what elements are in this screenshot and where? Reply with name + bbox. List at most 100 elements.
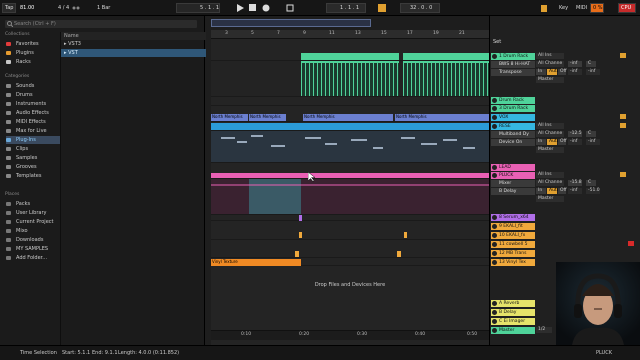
fold-icon[interactable] (492, 54, 497, 59)
fold-icon[interactable] (492, 165, 497, 170)
fold-icon[interactable] (492, 173, 497, 178)
monitor-off-button[interactable]: Off (558, 69, 567, 75)
audio-clip[interactable]: North Memphis (249, 114, 286, 121)
track-header-cowbell[interactable]: 11 cowbell 5 (491, 241, 535, 248)
audio-clip[interactable]: North Memphis (395, 114, 489, 121)
category-midi-effects[interactable]: MIDI Effects (6, 118, 60, 126)
overview-viewport[interactable] (211, 19, 371, 27)
category-audio-effects[interactable]: Audio Effects (6, 109, 60, 117)
place-my-samples[interactable]: MY SAMPLES (6, 245, 60, 253)
add-folder-link[interactable]: Add Folder... (6, 254, 60, 262)
track-lane[interactable] (211, 131, 489, 163)
return-track-reverb[interactable]: A Reverb (491, 300, 535, 307)
audio-clip[interactable]: North Memphis (303, 114, 393, 121)
volume-readout[interactable]: -12.5 (568, 131, 582, 137)
monitor-in-button[interactable]: In (536, 69, 546, 75)
category-grooves[interactable]: Grooves (6, 163, 60, 171)
midi-clip[interactable] (299, 215, 302, 221)
pan-readout[interactable]: C (586, 180, 596, 186)
category-sounds[interactable]: Sounds (6, 82, 60, 90)
category-instruments[interactable]: Instruments (6, 100, 60, 108)
parameter-chooser[interactable]: B Delay (491, 188, 535, 195)
master-output-select[interactable]: 1/2 (536, 327, 552, 333)
audio-clip[interactable] (397, 251, 401, 257)
key-map-icon[interactable] (540, 3, 548, 13)
audio-clip[interactable]: Vinyl Texture (211, 259, 301, 266)
fold-icon[interactable] (492, 260, 497, 265)
fold-icon[interactable] (492, 224, 497, 229)
place-user-library[interactable]: User Library (6, 209, 60, 217)
quantize-menu[interactable]: 1 Bar (97, 4, 110, 12)
pan-readout[interactable]: C (586, 61, 596, 67)
drum-clip[interactable] (403, 61, 489, 96)
audio-clip[interactable] (299, 232, 302, 238)
record-icon[interactable] (262, 4, 270, 12)
category-samples[interactable]: Samples (6, 154, 60, 162)
return-track-delay[interactable]: B Delay (491, 309, 535, 316)
track-header-drum-rack[interactable]: 1 Drum Rack (491, 53, 535, 60)
automation-arm-icon[interactable] (286, 4, 294, 12)
key-map-button[interactable]: Key (559, 4, 568, 12)
audio-clip[interactable] (295, 251, 299, 257)
midi-map-button[interactable]: MIDI (576, 4, 587, 12)
track-activator-button[interactable] (620, 123, 626, 128)
monitor-in-button[interactable]: In (536, 188, 546, 194)
track-lane[interactable] (211, 250, 489, 258)
pan-readout[interactable]: C (586, 131, 596, 137)
monitor-in-button[interactable]: In (536, 139, 546, 145)
arm-button[interactable] (628, 241, 634, 246)
time-signature[interactable]: 4 / 4 (58, 4, 69, 12)
fold-icon[interactable] (492, 215, 497, 220)
search-input[interactable]: Search (Ctrl + F) (5, 20, 197, 28)
track-lane[interactable]: Vinyl Texture (211, 258, 489, 266)
arrangement-view[interactable]: 3 5 7 9 11 13 15 17 19 21 North Memphis … (211, 16, 489, 345)
track-activator-button[interactable] (620, 53, 626, 58)
audio-clip[interactable] (404, 232, 407, 238)
collection-plugins[interactable]: Plugins (6, 49, 60, 57)
track-header-drum-rack-2[interactable]: Drum Rack (491, 97, 535, 104)
arrangement-position[interactable]: 5 . 1 . 1 (200, 4, 219, 12)
track-header-drum-rack-3[interactable]: 3 Drum Rack (491, 105, 535, 112)
fold-icon[interactable] (492, 124, 497, 129)
track-lane[interactable] (211, 172, 489, 179)
metronome-icon[interactable] (72, 4, 80, 12)
place-mixo[interactable]: Mixo (6, 227, 60, 235)
drop-zone[interactable]: Drop Files and Devices Here (211, 270, 489, 300)
track-lane[interactable] (211, 215, 489, 221)
volume-readout[interactable]: -inf (568, 61, 582, 67)
arrangement-overview[interactable] (211, 16, 489, 30)
play-icon[interactable] (236, 4, 244, 12)
loop-icon[interactable] (378, 4, 386, 12)
time-ruler[interactable]: 0:10 0:20 0:30 0:40 0:50 (211, 330, 489, 340)
device-chooser[interactable]: Mixer (491, 180, 535, 187)
loop-length[interactable]: 32 . 0 . 0 (410, 4, 432, 12)
fold-icon[interactable] (492, 233, 497, 238)
fold-icon[interactable] (492, 310, 497, 315)
audio-clip[interactable]: North Memphis (211, 114, 248, 121)
track-lane[interactable] (211, 179, 489, 215)
track-lane[interactable] (211, 61, 489, 97)
midi-clip[interactable] (211, 173, 489, 178)
category-plugins[interactable]: Plug-Ins (6, 136, 60, 144)
place-downloads[interactable]: Downloads (6, 236, 60, 244)
input-channel-select[interactable]: All Channe (536, 131, 564, 137)
track-header-mb-trans[interactable]: 12 MB Trans (491, 250, 535, 257)
track-header-pluck[interactable]: PLUCK (491, 172, 535, 179)
track-lane[interactable] (211, 97, 489, 106)
monitor-auto-button[interactable]: Auto (547, 139, 559, 145)
midi-clip[interactable] (403, 53, 489, 60)
device-chooser[interactable]: Multiband Dy (491, 131, 535, 138)
track-activator-button[interactable] (620, 172, 626, 177)
collection-racks[interactable]: Racks (6, 58, 60, 66)
fold-icon[interactable] (492, 251, 497, 256)
track-header-vinyl[interactable]: 13 Vinyl Tex (491, 259, 535, 266)
track-header-lead[interactable]: LEAD (491, 164, 535, 171)
category-clips[interactable]: Clips (6, 145, 60, 153)
name-column-header[interactable]: Name (61, 32, 206, 40)
monitor-off-button[interactable]: Off (558, 139, 567, 145)
collection-favorites[interactable]: Favorites (6, 40, 60, 48)
input-type-select[interactable]: All Ins (536, 172, 564, 178)
drum-clip[interactable] (301, 61, 399, 96)
midi-clip[interactable] (301, 53, 399, 60)
track-lane[interactable] (211, 122, 489, 131)
